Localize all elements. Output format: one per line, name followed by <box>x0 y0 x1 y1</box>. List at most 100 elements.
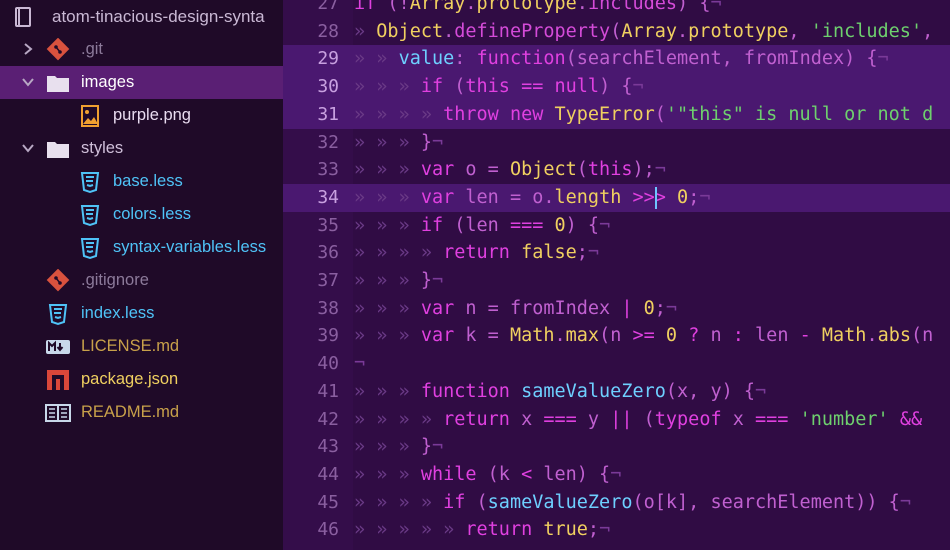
code-token: [ <box>654 491 666 513</box>
tree-item-label: .git <box>81 40 104 58</box>
tree-item[interactable]: .git <box>0 33 283 66</box>
code-token: ( <box>487 463 499 485</box>
code-token: n <box>710 325 722 347</box>
code-line[interactable]: » » » » if (sameValueZero(o[k], searchEl… <box>354 489 911 517</box>
code-token: Math <box>509 325 555 347</box>
chevron-down-icon[interactable] <box>20 140 36 156</box>
code-line[interactable]: » » value: function(searchElement, fromI… <box>354 45 889 73</box>
indent-guides: » » » <box>354 159 421 181</box>
text-cursor <box>655 186 658 209</box>
repo-icon <box>15 7 31 27</box>
indent-guides: » » » » » <box>354 519 466 541</box>
code-token: ¬ <box>599 519 611 541</box>
tree-item[interactable]: LICENSE.md <box>0 330 283 363</box>
indent-guides: » <box>354 20 377 42</box>
indent-guides: » » » <box>354 325 421 347</box>
line-number: 42 <box>317 408 339 430</box>
code-line[interactable]: » » » }¬ <box>354 129 443 157</box>
code-token: false <box>521 242 577 264</box>
code-token: ); <box>632 159 655 181</box>
project-root[interactable]: atom-tinacious-design-synta <box>0 0 283 33</box>
code-token: == <box>521 76 544 98</box>
code-line[interactable]: » » » if (len === 0) {¬ <box>354 212 610 240</box>
indent-guides: » » » <box>354 186 421 208</box>
line-number: 30 <box>317 76 339 98</box>
code-token: '"this" is null or not d <box>665 103 934 125</box>
code-line[interactable]: » » » function sameValueZero(x, y) {¬ <box>354 378 766 406</box>
chevron-right-icon[interactable] <box>20 41 36 57</box>
code-token: n <box>610 325 622 347</box>
code-token: abs <box>877 325 912 347</box>
code-line[interactable]: » » » }¬ <box>354 267 443 295</box>
code-line[interactable]: » » » }¬ <box>354 433 443 461</box>
code-token: . <box>443 20 455 42</box>
code-token: (n <box>911 325 934 347</box>
code-token: this <box>465 76 510 98</box>
tree-item[interactable]: README.md <box>0 396 283 429</box>
indent-guides: » » » <box>354 463 421 485</box>
tree-item[interactable]: images <box>0 66 283 99</box>
tree-item[interactable]: purple.png <box>0 99 283 132</box>
code-line[interactable]: » Object.defineProperty(Array.prototype,… <box>354 18 944 46</box>
line-number: 38 <box>317 297 339 319</box>
code-line[interactable]: » » » var o = Object(this);¬ <box>354 156 666 184</box>
code-line[interactable]: » » » var n = fromIndex | 0;¬ <box>354 295 677 323</box>
code-line[interactable]: » » » » throw new TypeError('"this" is n… <box>354 101 933 129</box>
code-token: x <box>521 408 533 430</box>
code-line[interactable]: » » » » return false;¬ <box>354 239 599 267</box>
indent-guides: » » » <box>354 131 421 153</box>
code-token: === <box>509 214 544 236</box>
tree-view: atom-tinacious-design-synta .git images pu… <box>0 0 283 550</box>
tree-item[interactable]: styles <box>0 132 283 165</box>
tree-item-label: LICENSE.md <box>81 337 180 355</box>
code-token: ; <box>576 242 588 264</box>
tree-item[interactable]: index.less <box>0 297 283 330</box>
code-token: ¬ <box>877 48 889 70</box>
tree-item[interactable]: syntax-variables.less <box>0 231 283 264</box>
code-token: ¬ <box>610 463 622 485</box>
css3-icon <box>45 302 71 326</box>
code-token: ? <box>688 325 700 347</box>
tree-item-label: package.json <box>81 370 179 388</box>
tree-item-label: syntax-variables.less <box>113 238 267 256</box>
chevron-down-icon[interactable] <box>20 74 36 90</box>
code-token: ¬ <box>899 491 911 513</box>
code-token: ¬ <box>431 436 444 458</box>
code-token: ( <box>599 325 611 347</box>
code-token: Array <box>621 20 678 42</box>
code-token: ( <box>610 20 622 42</box>
code-line[interactable]: » » » » » return true;¬ <box>354 516 610 544</box>
code-token: len <box>543 463 577 485</box>
code-token: 0 <box>643 297 655 319</box>
code-token: len <box>755 325 789 347</box>
code-token: throw <box>443 103 510 125</box>
tree-item[interactable]: colors.less <box>0 198 283 231</box>
git-icon <box>45 37 71 62</box>
code-line[interactable]: » » » while (k < len) {¬ <box>354 461 621 489</box>
code-token: 0 <box>665 325 678 347</box>
code-token: 0 <box>677 186 689 208</box>
code-token: | <box>621 297 633 319</box>
code-line[interactable]: » » » var k = Math.max(n >= 0 ? n : len … <box>354 322 933 350</box>
tree-item-label: colors.less <box>113 205 191 223</box>
image-file-icon <box>77 104 103 128</box>
code-token: x <box>732 408 744 430</box>
text-editor[interactable]: 27 if (!Array.prototype.includes) {¬ 28» O… <box>283 0 950 550</box>
code-token: = <box>476 297 510 319</box>
tree-item[interactable]: .gitignore <box>0 264 283 297</box>
code-line[interactable]: » » » if (this == null) {¬ <box>354 73 644 101</box>
tree-item[interactable]: base.less <box>0 165 283 198</box>
code-line[interactable]: ¬ <box>354 350 365 378</box>
code-token: ) { <box>565 214 600 236</box>
code-line[interactable]: » » » » return x === y || (typeof x === … <box>354 406 922 434</box>
tree-item[interactable]: package.json <box>0 363 283 396</box>
code-line[interactable]: if (!Array.prototype.includes) {¬ <box>354 0 722 18</box>
line-number: 28 <box>317 20 339 42</box>
code-token: ¬ <box>755 380 767 402</box>
code-token: fromIndex <box>509 297 611 319</box>
